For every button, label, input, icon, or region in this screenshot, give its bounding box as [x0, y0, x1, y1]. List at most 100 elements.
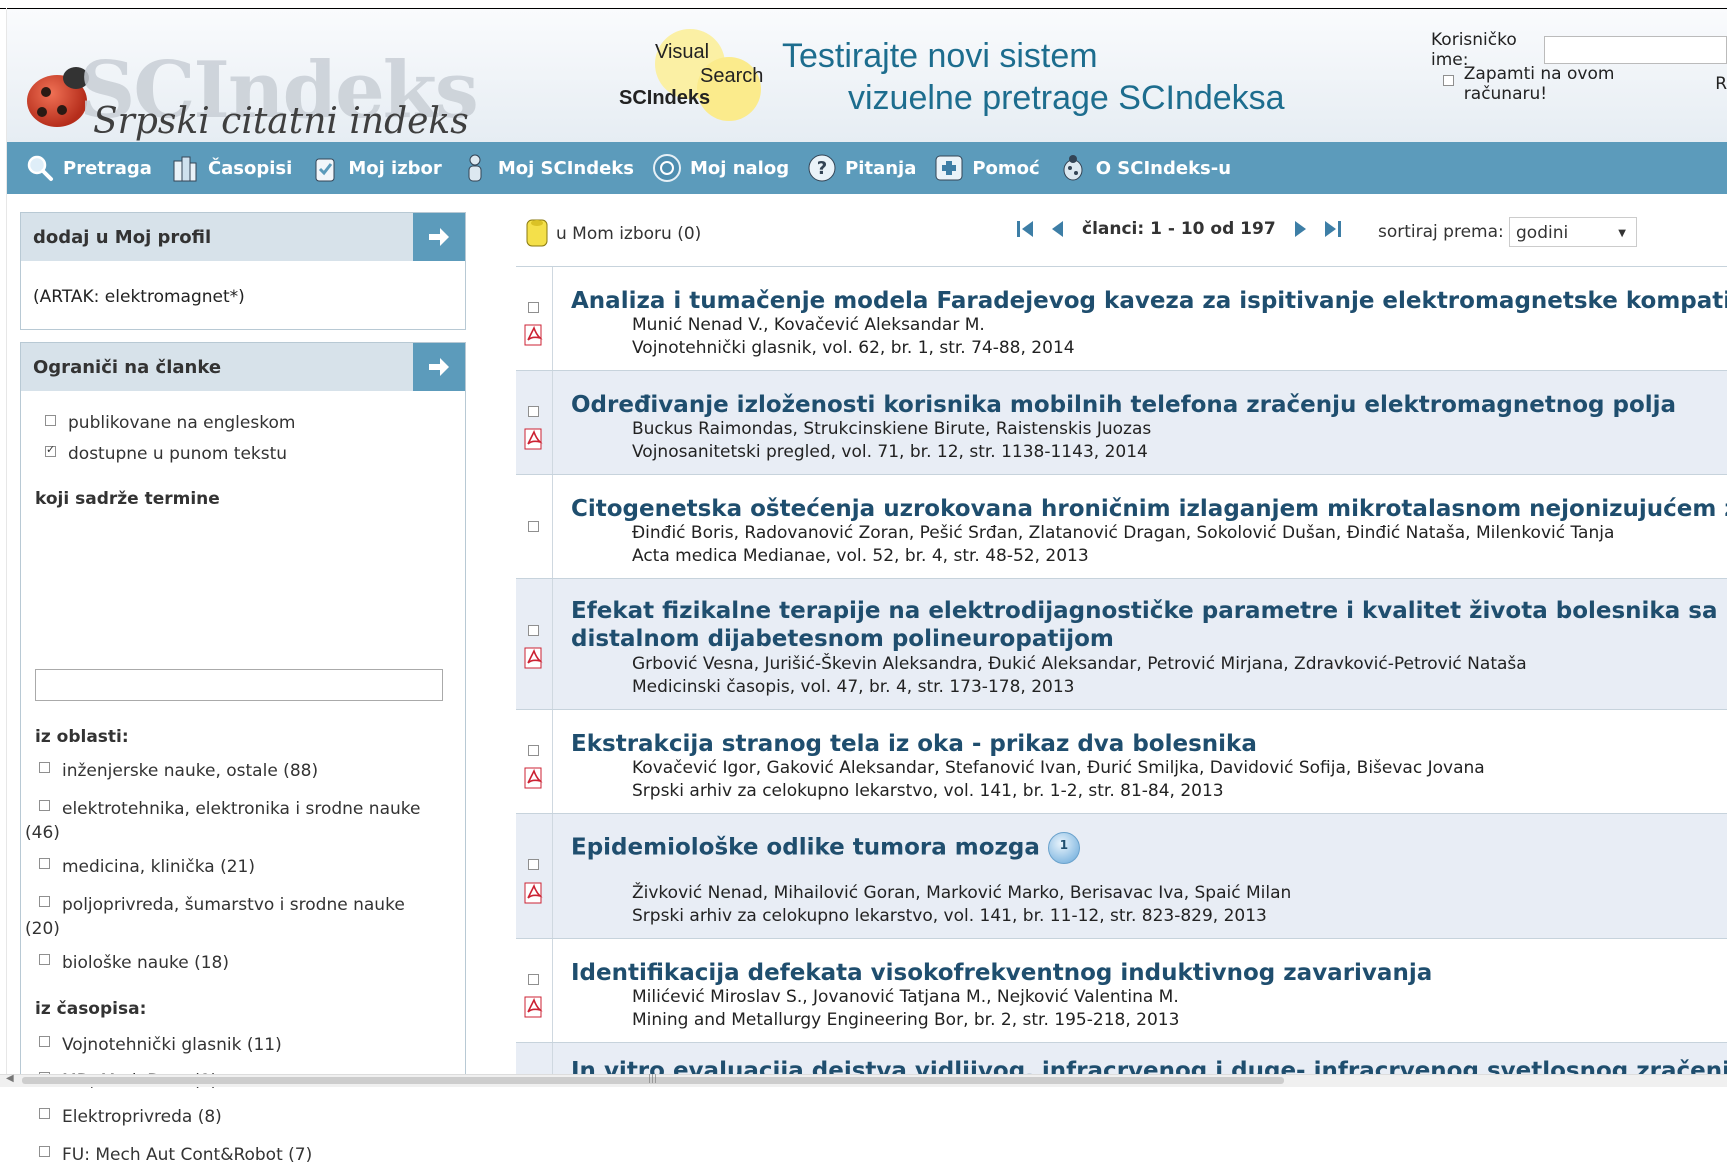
scrollbar-grip-icon: |||	[648, 1074, 658, 1084]
area-item[interactable]: inženjerske nauke, ostale (88)	[25, 759, 445, 783]
pdf-icon[interactable]	[523, 647, 545, 669]
books-icon	[170, 153, 200, 183]
article-title[interactable]: Određivanje izloženosti korisnika mobiln…	[571, 391, 1676, 419]
article-row: In vitro evaluacija dejstva vidljivog, i…	[516, 1042, 1727, 1074]
article-row: Identifikacija defekata visokofrekventno…	[516, 938, 1727, 1043]
promo-line2: vizuelne pretrage SCIndeksa	[848, 79, 1285, 117]
article-authors: Buckus Raimondas, Strukcinskiene Birute,…	[632, 419, 1152, 439]
pdf-icon[interactable]	[523, 324, 545, 346]
area-item[interactable]: elektrotehnika, elektronika i srodne nau…	[25, 797, 445, 845]
citation-count-icon[interactable]: 1	[1047, 832, 1080, 864]
selection-count[interactable]: u Mom izboru (0)	[556, 224, 701, 244]
journal-item[interactable]: FU: Mech Aut Cont&Robot (7)	[25, 1143, 445, 1167]
svg-text:?: ?	[817, 158, 827, 179]
visual-search-badge[interactable]: Visual Search SCIndeks	[615, 23, 775, 123]
account-icon	[652, 153, 682, 183]
question-icon: ?	[807, 153, 837, 183]
article-title[interactable]: Epidemiološke odlike tumora mozga 1	[571, 832, 1080, 864]
article-title[interactable]: Citogenetska oštećenja uzrokovana hronič…	[571, 495, 1727, 523]
next-page-icon[interactable]	[1290, 218, 1312, 240]
profile-box: dodaj u Moj profil (ARTAK: elektromagnet…	[20, 212, 466, 330]
magnifier-icon	[25, 153, 55, 183]
article-source: Vojnosanitetski pregled, vol. 71, br. 12…	[632, 442, 1148, 462]
article-title[interactable]: Efekat fizikalne terapije na elektrodija…	[571, 597, 1727, 653]
results-panel: u Mom izboru (0) članci: 1 - 10 od 197 s…	[516, 194, 1727, 1074]
results-toolbar: u Mom izboru (0) članci: 1 - 10 od 197 s…	[516, 208, 1727, 252]
nav-pomoc[interactable]: Pomoć	[934, 153, 1040, 183]
selection-clipboard-icon[interactable]	[522, 214, 554, 254]
journals-label: iz časopisa:	[35, 999, 147, 1019]
person-icon	[460, 153, 490, 183]
nav-moj-izbor[interactable]: Moj izbor	[310, 153, 442, 183]
scindeks-logo[interactable]: SCIndeks Srpski citatni indeks	[27, 45, 479, 142]
sidebar: dodaj u Moj profil (ARTAK: elektromagnet…	[0, 194, 490, 1165]
arrow-right-icon	[429, 358, 449, 376]
bug-icon	[1058, 153, 1088, 183]
horizontal-scrollbar[interactable]: ◀ |||	[0, 1073, 1727, 1087]
first-page-icon[interactable]	[1014, 218, 1036, 240]
pdf-icon[interactable]	[523, 882, 545, 904]
article-checkbox[interactable]	[528, 859, 539, 870]
add-profile-arrow-button[interactable]	[413, 213, 465, 261]
nav-moj-scindeks[interactable]: Moj SCIndeks	[460, 153, 634, 183]
nav-pretraga[interactable]: Pretraga	[25, 153, 152, 183]
pdf-icon[interactable]	[523, 767, 545, 789]
article-title[interactable]: In vitro evaluacija dejstva vidljivog, i…	[571, 1057, 1727, 1074]
article-checkbox[interactable]	[528, 625, 539, 636]
article-title[interactable]: Identifikacija defekata visokofrekventno…	[571, 959, 1432, 987]
article-checkbox[interactable]	[528, 406, 539, 417]
promo-line1: Testirajte novi sistem	[782, 37, 1098, 75]
article-row: Analiza i tumačenje modela Faradejevog k…	[516, 266, 1727, 371]
area-item[interactable]: biološke nauke (18)	[25, 951, 445, 975]
article-source: Srpski arhiv za celokupno lekarstvo, vol…	[632, 906, 1267, 926]
option-fulltext[interactable]: dostupne u punom tekstu	[45, 443, 287, 464]
terms-label: koji sadrže termine	[35, 489, 220, 509]
profile-query: (ARTAK: elektromagnet*)	[33, 287, 245, 307]
article-source: Srpski arhiv za celokupno lekarstvo, vol…	[632, 781, 1224, 801]
remember-label: Zapamti na ovom računaru!	[1463, 64, 1615, 104]
option-english[interactable]: publikovane na engleskom	[45, 413, 295, 433]
main-navbar: Pretraga Časopisi Moj izbor Moj SCIndeks…	[7, 142, 1727, 194]
nav-pitanja[interactable]: ? Pitanja	[807, 153, 916, 183]
journal-item[interactable]: Elektroprivreda (8)	[25, 1105, 445, 1129]
pdf-icon[interactable]	[523, 996, 545, 1018]
nav-casopisi[interactable]: Časopisi	[170, 153, 292, 183]
limit-box-header: Ograniči na članke	[21, 343, 465, 391]
apply-limit-arrow-button[interactable]	[413, 343, 465, 391]
article-checkbox[interactable]	[528, 745, 539, 756]
article-title[interactable]: Ekstrakcija stranog tela iz oka - prikaz…	[571, 730, 1257, 758]
pdf-icon[interactable]	[523, 428, 545, 450]
sort-select[interactable]: godini ▼	[1509, 217, 1637, 247]
last-page-icon[interactable]	[1322, 218, 1344, 240]
fulltext-checkbox[interactable]	[45, 443, 56, 457]
help-plus-icon	[934, 153, 964, 183]
login-cut-label[interactable]: R	[1715, 74, 1727, 94]
scroll-left-icon[interactable]: ◀	[6, 1073, 14, 1084]
areas-label: iz oblasti:	[35, 727, 129, 747]
article-authors: Đinđić Boris, Radovanović Zoran, Pešić S…	[632, 523, 1615, 543]
area-item[interactable]: poljoprivreda, šumarstvo i srodne nauke …	[25, 893, 415, 941]
article-title[interactable]: Analiza i tumačenje modela Faradejevog k…	[571, 287, 1727, 315]
remember-checkbox[interactable]	[1443, 74, 1454, 86]
site-header: SCIndeks Srpski citatni indeks Visual Se…	[7, 9, 1727, 142]
article-checkbox[interactable]	[528, 302, 539, 313]
username-input[interactable]	[1544, 36, 1727, 64]
promo-banner[interactable]: Testirajte novi sistem vizuelne pretrage…	[782, 35, 1285, 119]
prev-page-icon[interactable]	[1046, 218, 1068, 240]
terms-input[interactable]	[35, 669, 443, 701]
chevron-down-icon: ▼	[1618, 228, 1626, 239]
english-checkbox[interactable]	[45, 414, 56, 426]
area-item[interactable]: medicina, klinička (21)	[25, 855, 445, 879]
limit-box: Ograniči na članke publikovane na engles…	[20, 342, 466, 1165]
login-form: Korisničko ime: Zapamti na ovom računaru…	[1431, 30, 1727, 104]
article-authors: Kovačević Igor, Gaković Aleksandar, Stef…	[632, 758, 1485, 778]
article-authors: Milićević Miroslav S., Jovanović Tatjana…	[632, 987, 1179, 1007]
nav-moj-nalog[interactable]: Moj nalog	[652, 153, 789, 183]
journal-item[interactable]: Vojnotehnički glasnik (11)	[25, 1033, 445, 1057]
nav-o-scindeksu[interactable]: O SCIndeks-u	[1058, 153, 1231, 183]
article-row: Ekstrakcija stranog tela iz oka - prikaz…	[516, 709, 1727, 814]
article-checkbox[interactable]	[528, 974, 539, 985]
article-authors: Munić Nenad V., Kovačević Aleksandar M.	[632, 315, 985, 335]
article-checkbox[interactable]	[528, 521, 539, 532]
arrow-right-icon	[429, 228, 449, 246]
